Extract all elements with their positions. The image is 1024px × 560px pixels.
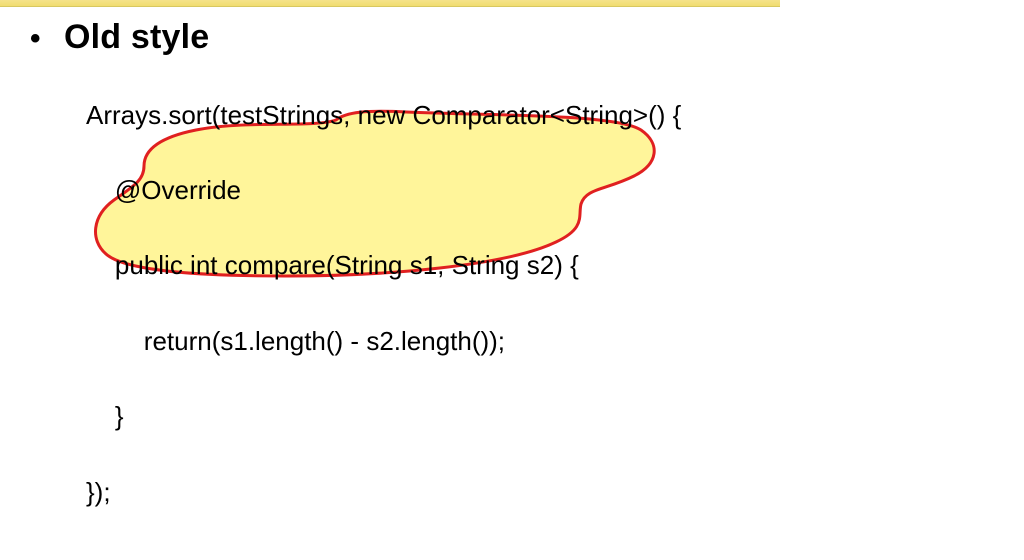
code-old-l3a: public int compare — [86, 250, 326, 280]
top-rule — [0, 0, 780, 7]
code-old-l1: Arrays.sort(testStrings, new Comparator<… — [86, 97, 1004, 135]
code-old-l3: public int compare(String s1, String s2)… — [86, 247, 1004, 285]
slide: • Old style Arrays.sort(testStrings, new… — [0, 0, 1024, 560]
bullet-dot-icon: • — [20, 24, 64, 54]
code-old-l6: }); — [86, 474, 1004, 512]
bullet-old: • Old style — [20, 18, 1004, 57]
title-old: Old style — [64, 18, 209, 57]
code-old-l5: } — [86, 398, 1004, 436]
code-old-l2: @Override — [86, 172, 1004, 210]
section-old: • Old style Arrays.sort(testStrings, new… — [20, 18, 1004, 560]
code-old: Arrays.sort(testStrings, new Comparator<… — [86, 59, 1004, 560]
code-old-l3b: (String s1, String s2) { — [326, 250, 579, 280]
code-old-l4: return(s1.length() - s2.length()); — [86, 323, 1004, 361]
